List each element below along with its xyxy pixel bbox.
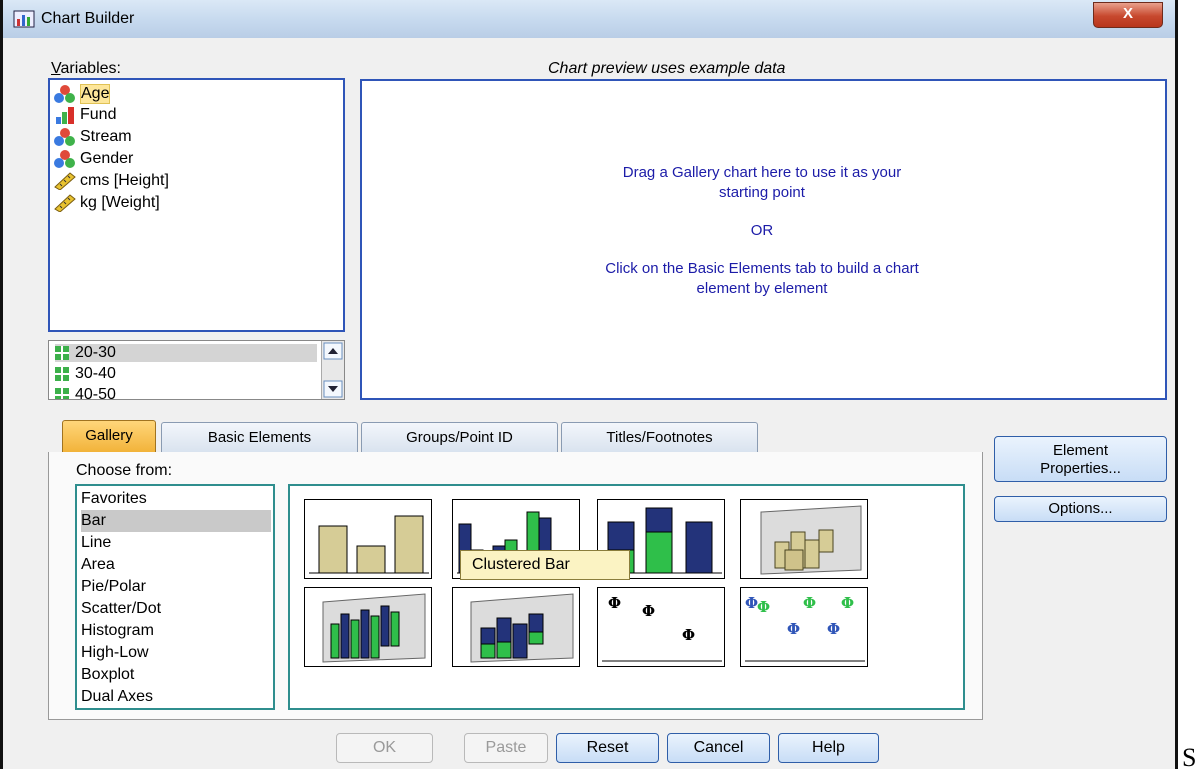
- variable-label: Stream: [80, 127, 132, 145]
- category-list[interactable]: 20-30 30-40 40-50: [48, 340, 345, 400]
- chart-type-item[interactable]: Area: [81, 554, 271, 576]
- variable-item[interactable]: Stream: [54, 126, 132, 147]
- chart-type-item[interactable]: Favorites: [81, 488, 271, 510]
- svg-text:Φ: Φ: [787, 620, 800, 638]
- category-item[interactable]: 30-40: [55, 365, 116, 383]
- variable-item[interactable]: Fund: [54, 104, 116, 125]
- category-icon: [55, 367, 69, 381]
- variable-label: kg [Weight]: [80, 193, 160, 211]
- variable-label: Age: [80, 83, 111, 104]
- variables-label: Variables:: [51, 60, 121, 77]
- title-bar[interactable]: Chart Builder X: [3, 0, 1175, 38]
- variable-label: cms [Height]: [80, 171, 169, 189]
- tab-groups-point-id[interactable]: Groups/Point ID: [361, 422, 558, 452]
- chart-type-item[interactable]: Line: [81, 532, 271, 554]
- chart-type-item[interactable]: Bar: [81, 510, 271, 532]
- scale-bar-icon: [54, 106, 76, 124]
- chart-type-item[interactable]: Dual Axes: [81, 686, 271, 708]
- chart-type-item[interactable]: Boxplot: [81, 664, 271, 686]
- variable-item[interactable]: kg [Weight]: [54, 192, 160, 213]
- preview-instruction-2: starting point: [719, 184, 805, 201]
- variable-item[interactable]: cms [Height]: [54, 170, 169, 191]
- ruler-icon: [54, 171, 76, 191]
- chart-type-list[interactable]: Favorites Bar Line Area Pie/Polar Scatte…: [75, 484, 275, 710]
- paste-button[interactable]: Paste: [464, 733, 548, 763]
- chart-builder-window: Chart Builder X Variables: Age Fund Stre…: [0, 0, 1178, 769]
- svg-text:Φ: Φ: [757, 598, 770, 616]
- cancel-button[interactable]: Cancel: [667, 733, 770, 763]
- variable-item[interactable]: Age: [54, 83, 111, 104]
- gallery-thumbnails: ΦΦΦ ΦΦΦΦΦΦ: [288, 484, 965, 710]
- tab-basic-elements[interactable]: Basic Elements: [161, 422, 358, 452]
- options-button[interactable]: Options...: [994, 496, 1167, 522]
- variable-item[interactable]: Gender: [54, 148, 133, 169]
- 3d-stacked-bar-thumbnail[interactable]: [452, 587, 580, 667]
- element-properties-button[interactable]: Element Properties...: [994, 436, 1167, 482]
- preview-instruction-3: Click on the Basic Elements tab to build…: [605, 260, 919, 277]
- chart-preview-canvas[interactable]: Drag a Gallery chart here to use it as y…: [360, 79, 1167, 400]
- preview-instruction-1: Drag a Gallery chart here to use it as y…: [622, 164, 902, 181]
- chart-type-item[interactable]: Histogram: [81, 620, 271, 642]
- variable-label: Fund: [80, 105, 117, 123]
- chart-type-item[interactable]: High-Low: [81, 642, 271, 664]
- category-item[interactable]: 20-30: [55, 344, 317, 362]
- category-icon: [55, 346, 69, 360]
- category-icon: [55, 388, 69, 399]
- reset-button[interactable]: Reset: [556, 733, 659, 763]
- clustered-error-bar-thumbnail[interactable]: ΦΦΦΦΦΦ: [740, 587, 868, 667]
- category-item[interactable]: 40-50: [55, 386, 116, 399]
- chart-builder-app-icon: [13, 10, 35, 33]
- svg-text:Φ: Φ: [642, 602, 655, 620]
- 3d-bar-thumbnail[interactable]: [740, 499, 868, 579]
- tab-gallery[interactable]: Gallery: [62, 420, 156, 452]
- svg-text:Φ: Φ: [841, 594, 854, 612]
- tab-titles-footnotes[interactable]: Titles/Footnotes: [561, 422, 758, 452]
- variables-list[interactable]: Age Fund Stream Gender cms [Height] kg […: [48, 78, 345, 332]
- variable-label: Gender: [80, 149, 134, 167]
- chart-type-item[interactable]: Scatter/Dot: [81, 598, 271, 620]
- svg-text:Φ: Φ: [682, 626, 695, 644]
- nominal-icon: [54, 84, 76, 103]
- ruler-icon: [54, 193, 76, 213]
- preview-instruction-4: element by element: [696, 280, 828, 297]
- window-title: Chart Builder: [41, 10, 135, 27]
- tab-strip: Gallery Basic Elements Groups/Point ID T…: [48, 412, 983, 453]
- preview-or: OR: [750, 222, 774, 239]
- choose-from-label: Choose from:: [76, 462, 173, 479]
- svg-text:Φ: Φ: [608, 594, 621, 612]
- tooltip: Clustered Bar: [460, 550, 630, 580]
- svg-text:Φ: Φ: [827, 620, 840, 638]
- element-properties-line1: Element: [1052, 442, 1109, 459]
- nominal-icon: [54, 127, 76, 146]
- element-properties-line2: Properties...: [1040, 460, 1121, 477]
- error-bar-thumbnail[interactable]: Φ Φ Φ: [597, 587, 725, 667]
- simple-bar-thumbnail[interactable]: [304, 499, 432, 579]
- svg-text:Φ: Φ: [803, 594, 816, 612]
- nominal-icon: [54, 149, 76, 168]
- chart-type-item[interactable]: Pie/Polar: [81, 576, 271, 598]
- ok-button[interactable]: OK: [336, 733, 433, 763]
- close-button[interactable]: X: [1093, 2, 1163, 28]
- preview-header: Chart preview uses example data: [548, 60, 786, 77]
- 3d-clustered-bar-thumbnail[interactable]: [304, 587, 432, 667]
- category-scrollbar[interactable]: [321, 341, 344, 399]
- help-button[interactable]: Help: [778, 733, 879, 763]
